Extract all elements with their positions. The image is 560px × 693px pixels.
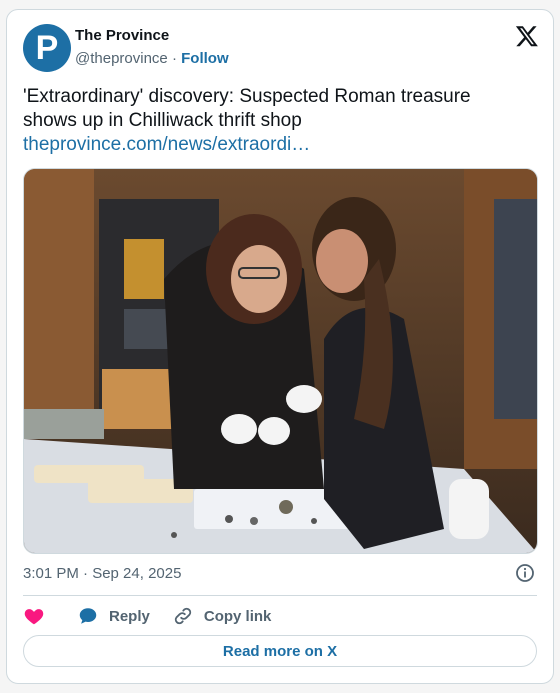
avatar-letter: P bbox=[35, 29, 59, 67]
post-card: P The Province @theprovince · Follow 'Ex… bbox=[6, 9, 554, 684]
follow-button[interactable]: Follow bbox=[181, 50, 229, 67]
reply-button[interactable]: Reply bbox=[77, 605, 150, 627]
divider bbox=[23, 595, 537, 596]
x-logo-icon[interactable] bbox=[515, 24, 539, 48]
copy-link-button[interactable]: Copy link bbox=[172, 605, 272, 627]
speech-bubble-icon bbox=[79, 608, 97, 624]
reply-label: Reply bbox=[109, 607, 150, 625]
separator: · bbox=[171, 50, 177, 67]
account-handle[interactable]: @theprovince bbox=[75, 50, 168, 67]
heart-icon bbox=[24, 609, 44, 625]
info-icon[interactable] bbox=[515, 563, 535, 583]
post-timestamp[interactable]: 3:01 PM · Sep 24, 2025 bbox=[23, 565, 181, 582]
handle-row: @theprovince · Follow bbox=[75, 50, 229, 67]
account-name[interactable]: The Province bbox=[75, 27, 169, 44]
read-more-button[interactable]: Read more on X bbox=[23, 635, 537, 667]
post-text: 'Extraordinary' discovery: Suspected Rom… bbox=[23, 86, 471, 131]
link-icon bbox=[174, 607, 191, 625]
copy-link-label: Copy link bbox=[203, 607, 272, 625]
photo-illustration bbox=[24, 169, 537, 553]
like-button[interactable] bbox=[23, 605, 55, 627]
avatar[interactable]: P bbox=[23, 24, 71, 72]
article-link[interactable]: theprovince.com/news/extraordi… bbox=[23, 133, 310, 157]
action-bar: Reply Copy link bbox=[23, 604, 293, 628]
post-photo[interactable] bbox=[23, 168, 538, 554]
